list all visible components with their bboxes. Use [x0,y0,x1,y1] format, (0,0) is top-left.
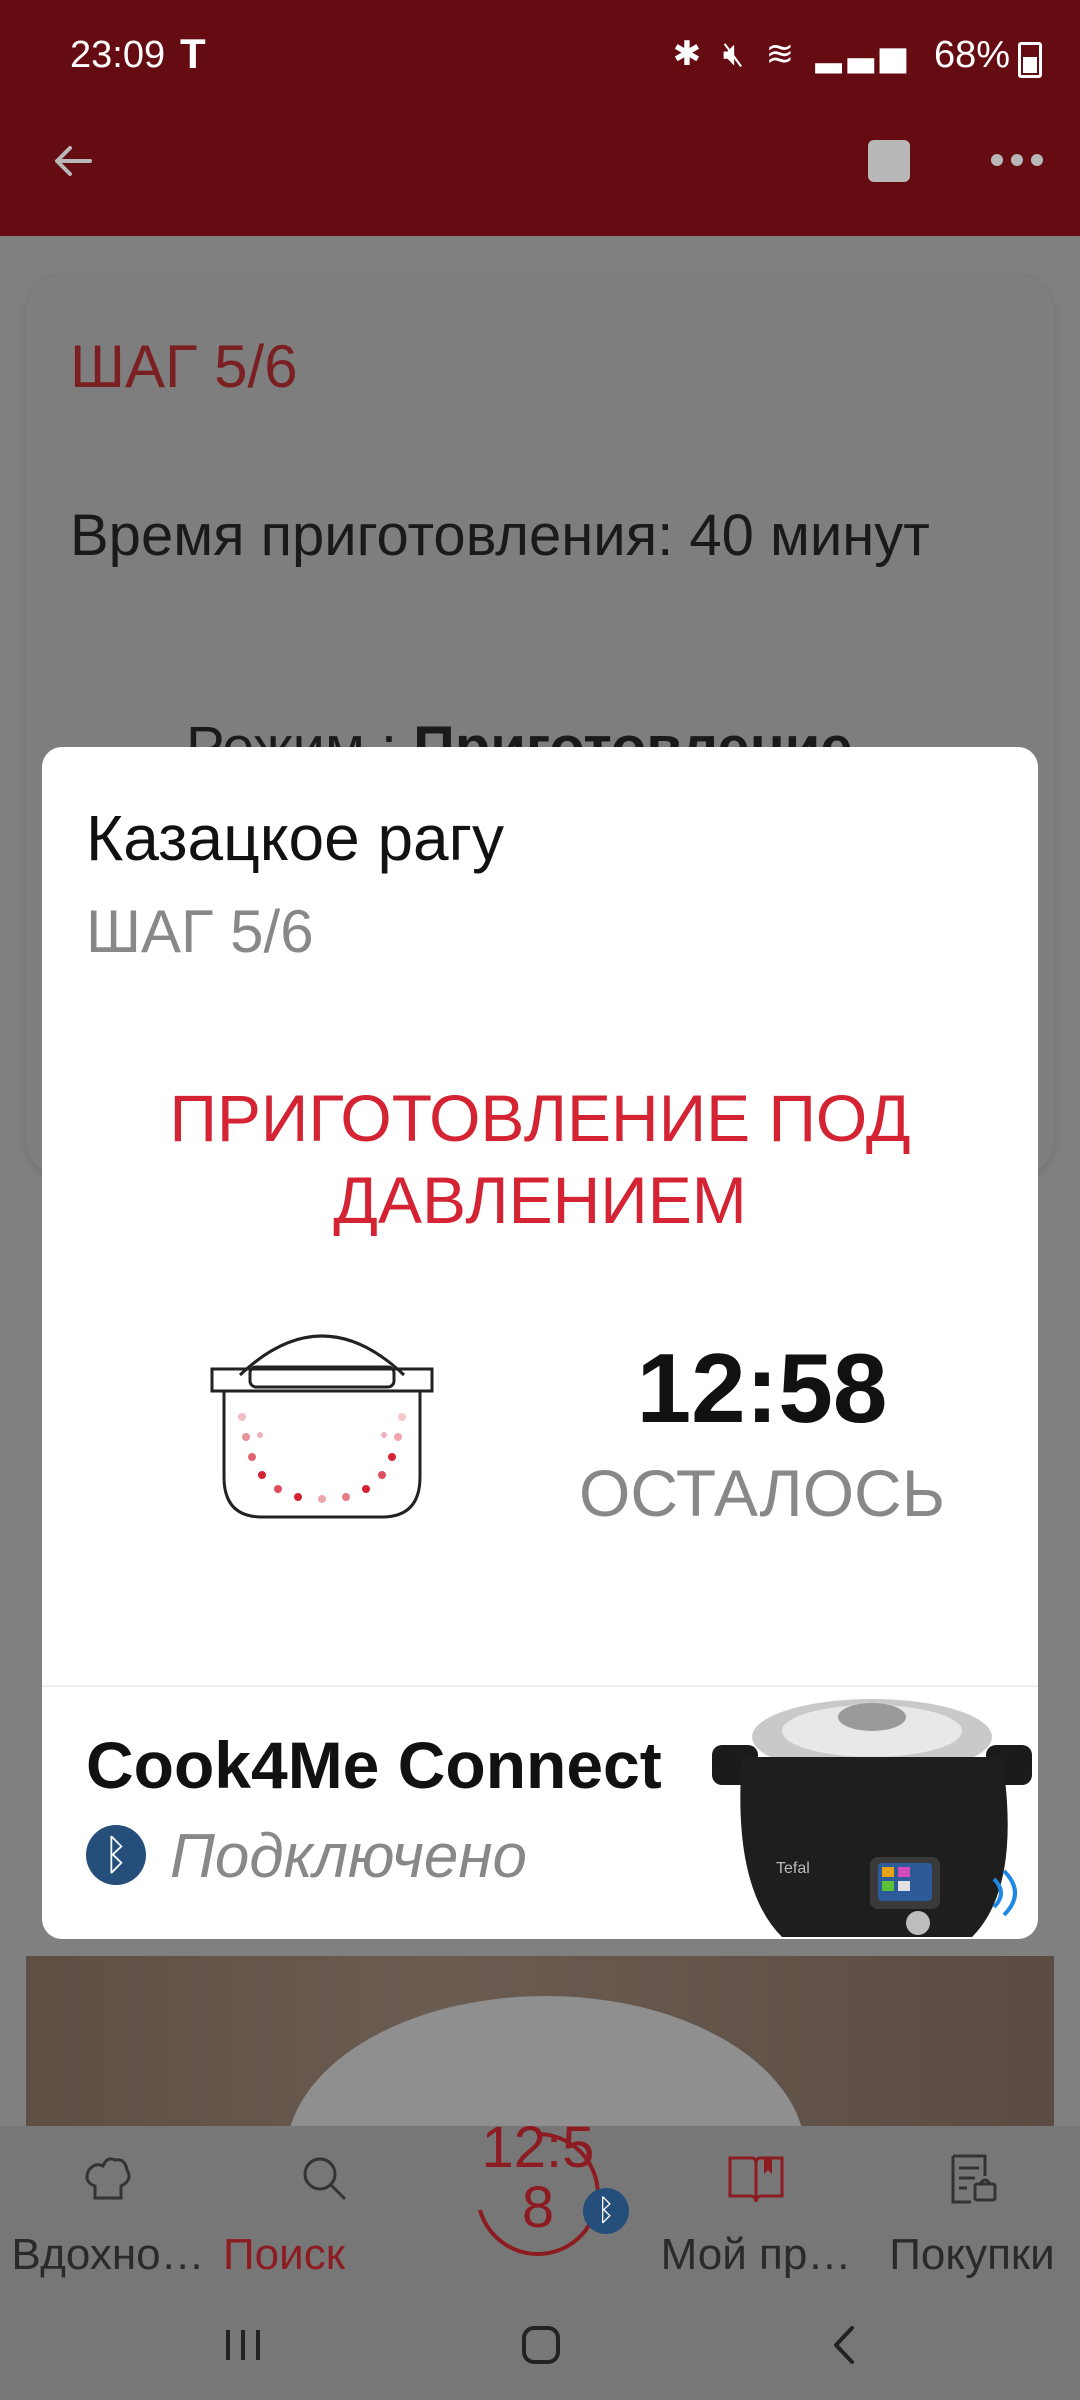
signal-icon: ▂▃▅ [815,35,912,73]
step-label: ШАГ 5/6 [86,898,314,965]
cooking-mode-line1: ПРИГОТОВЛЕНИЕ ПОД [169,1081,911,1155]
plate-image [286,1996,806,2126]
time-remaining: 12:58 [636,1333,888,1443]
app-bar [0,120,1080,236]
recipe-photo [26,1956,1054,2126]
system-back-icon[interactable] [822,2322,868,2368]
shopping-list-icon [951,2154,997,2204]
nav-item-search[interactable]: Поиск [216,2126,432,2296]
chef-hat-icon [85,2157,131,2200]
device-brand-logo: Tefal [776,1860,810,1877]
nav-label-shopping: Покупки [889,2230,1055,2279]
status-time: 23:09 [70,34,166,76]
mute-icon: 🔇︎ [722,35,751,73]
cooking-status-dialog: Казацкое рагу ШАГ 5/6 ПРИГОТОВЛЕНИЕ ПОД … [42,747,1038,1939]
back-arrow-icon[interactable] [50,138,96,184]
nav-timer-line1: 12:5 [481,2115,595,2180]
nav-bluetooth-icon: ᛒ [583,2188,629,2234]
nav-cooking-timer[interactable]: 12:5 8 ᛒ [458,2114,629,2274]
time-remaining-label: ОСТАЛОСЬ [578,1456,946,1530]
battery-level: 68% [933,34,1010,76]
cooking-mode-line2: ДАВЛЕНИЕМ [333,1163,747,1237]
search-icon [303,2157,347,2201]
nav-item-shopping[interactable]: Покупки [864,2126,1080,2296]
nav-label-my-recipes: Мой пр… [660,2230,852,2279]
system-navigation-bar [0,2296,1080,2400]
bluetooth-icon: ✱ [672,35,708,73]
nav-item-my-recipes[interactable]: Мой пр… [648,2126,864,2296]
pressure-cooker-icon [210,1334,434,1519]
status-icons: ✱ 🔇︎ ≋ ▂▃▅ [673,34,912,74]
connection-status: Подключено [170,1822,527,1891]
background-step-label: ШАГ 5/6 [70,333,298,400]
nav-label-search: Поиск [223,2230,345,2279]
device-name: Cook4Me Connect [86,1728,662,1802]
wifi-icon: ≋ [765,35,801,73]
status-bar: 23:09 T ✱ 🔇︎ ≋ ▂▃▅ 68% [0,0,1080,120]
recipe-title: Казацкое рагу [86,802,504,874]
more-options-icon[interactable] [990,152,1044,168]
cooking-mode: ПРИГОТОВЛЕНИЕ ПОД ДАВЛЕНИЕМ [42,1077,1038,1241]
recent-apps-icon[interactable] [220,2322,266,2368]
background-step-description: Время приготовления: 40 минут [70,503,930,568]
book-icon [728,2156,784,2203]
battery-icon [1018,42,1042,78]
carrier-icon: T [180,30,206,77]
home-icon[interactable] [518,2322,564,2368]
stop-icon[interactable] [868,140,910,182]
multicooker-device-image: Tefal [712,1699,1032,1937]
bluetooth-icon: ᛒ [86,1825,146,1885]
